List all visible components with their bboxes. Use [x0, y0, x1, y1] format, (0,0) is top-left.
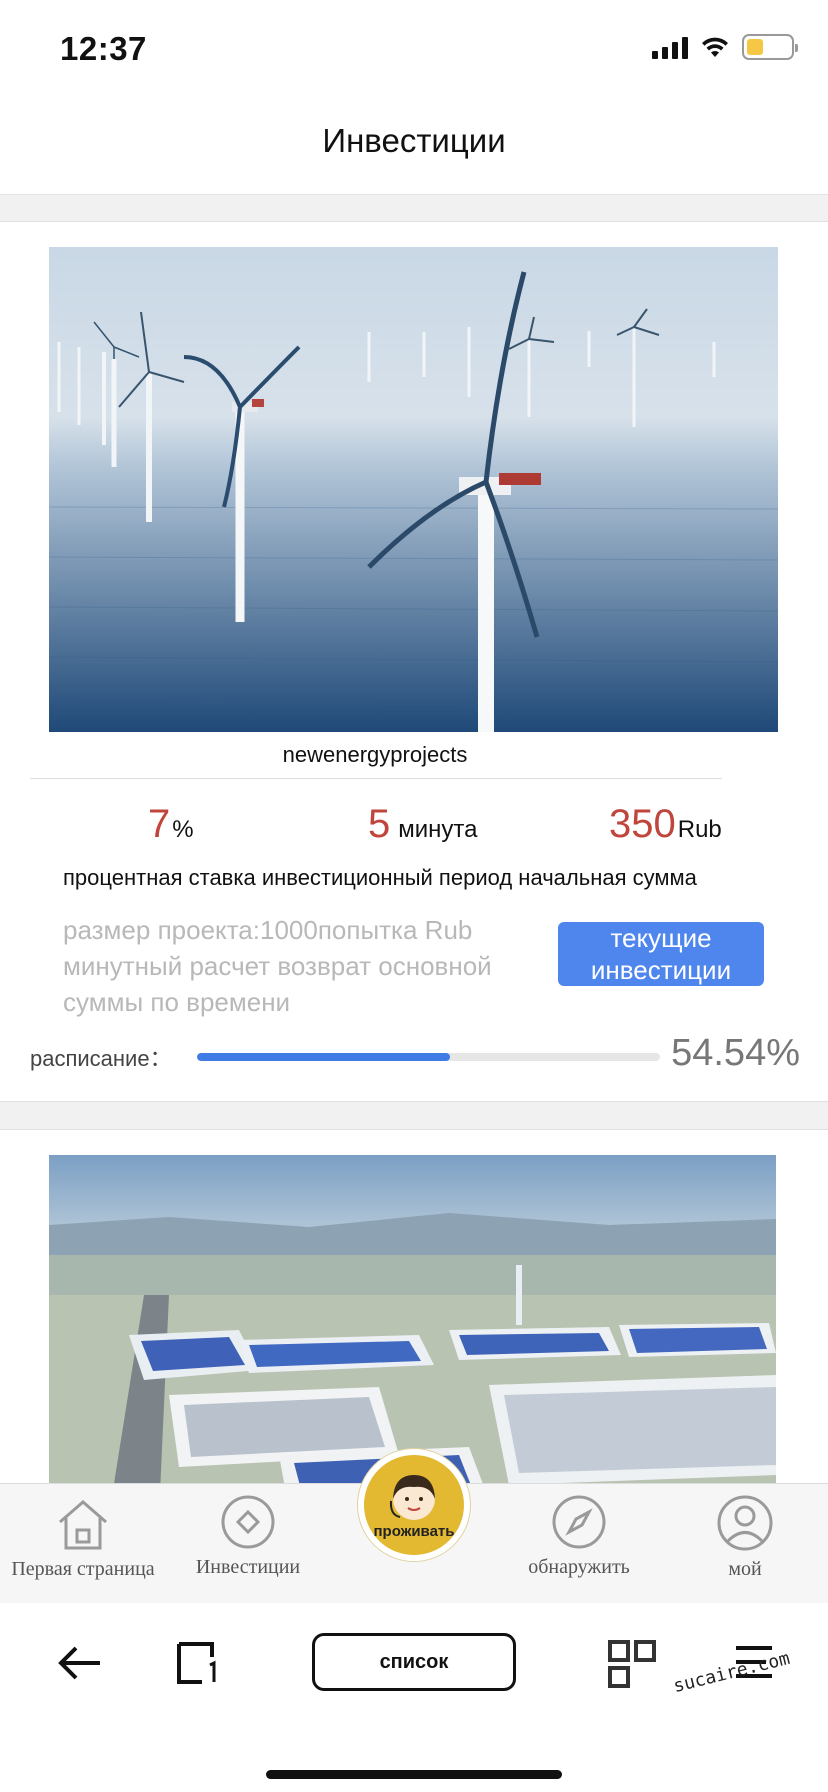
status-bar: 12:37 [0, 0, 828, 100]
period-metric: 5 минута [368, 802, 477, 847]
tab-discover-label: обнаружить [528, 1556, 630, 1578]
qr-icon [608, 1640, 656, 1688]
live-button[interactable]: проживать [358, 1449, 470, 1561]
cellular-signal-icon [652, 35, 688, 59]
watermark: sucaire.com [556, 1638, 816, 1708]
diamond-icon [221, 1495, 275, 1549]
tab-investments[interactable]: Инвестиции [173, 1494, 323, 1579]
tab-investments-label: Инвестиции [195, 1556, 301, 1578]
progress-bar [197, 1053, 660, 1061]
rate-metric: 7 % [148, 802, 194, 847]
progress-row: расписание： 54.54% [30, 1032, 800, 1082]
start-amount-unit: Rub [677, 816, 722, 843]
start-amount-metric: 350 Rub [609, 802, 722, 847]
status-time: 12:37 [60, 30, 147, 67]
compass-icon [552, 1495, 606, 1549]
name-divider [30, 778, 722, 779]
tab-mine-label: мой [728, 1558, 762, 1580]
solar-industrial-park-photo [49, 1155, 776, 1483]
list-button[interactable]: список [312, 1633, 516, 1691]
rate-unit: % [172, 816, 194, 843]
project-card[interactable] [0, 1129, 828, 1483]
progress-label: расписание： [30, 1046, 172, 1071]
back-arrow-icon[interactable] [56, 1643, 104, 1683]
progress-value: 54.54% [671, 1032, 800, 1074]
project-card[interactable]: newenergyprojects 7 % 5 минута 350 Rub п… [0, 221, 828, 1102]
progress-fill [197, 1053, 450, 1061]
current-investment-button[interactable]: текущие инвестиции [558, 922, 764, 986]
user-icon [717, 1495, 773, 1551]
project-name: newenergyprojects [282, 742, 468, 767]
browser-toolbar: список sucaire.com [0, 1603, 828, 1792]
wifi-icon [702, 37, 728, 57]
tab-home[interactable]: Первая страница [8, 1494, 158, 1581]
project-metrics: 7 % 5 минута 350 Rub [0, 802, 828, 862]
period-value: 5 [368, 802, 391, 846]
rate-value: 7 [148, 802, 171, 846]
project-description: размер проекта:1000попытка Rub минутный … [63, 915, 492, 1017]
battery-icon [742, 34, 798, 60]
metric-labels: процентная ставка инвестиционный период … [63, 865, 697, 890]
support-agent-icon [389, 1475, 435, 1520]
period-unit: минута [398, 816, 478, 843]
start-amount-value: 350 [609, 802, 676, 846]
status-icons [652, 34, 798, 60]
tabs-icon[interactable] [176, 1641, 220, 1685]
tab-mine[interactable]: мой [670, 1494, 820, 1581]
tab-home-label: Первая страница [11, 1558, 155, 1580]
page-title: Инвестиции [322, 122, 506, 159]
tab-discover[interactable]: обнаружить [504, 1494, 654, 1579]
project-list[interactable]: newenergyprojects 7 % 5 минута 350 Rub п… [0, 195, 828, 1483]
home-indicator [266, 1770, 562, 1779]
home-icon [59, 1500, 107, 1550]
wind-turbines-photo [49, 247, 778, 732]
live-button-label: проживать [373, 1523, 455, 1540]
